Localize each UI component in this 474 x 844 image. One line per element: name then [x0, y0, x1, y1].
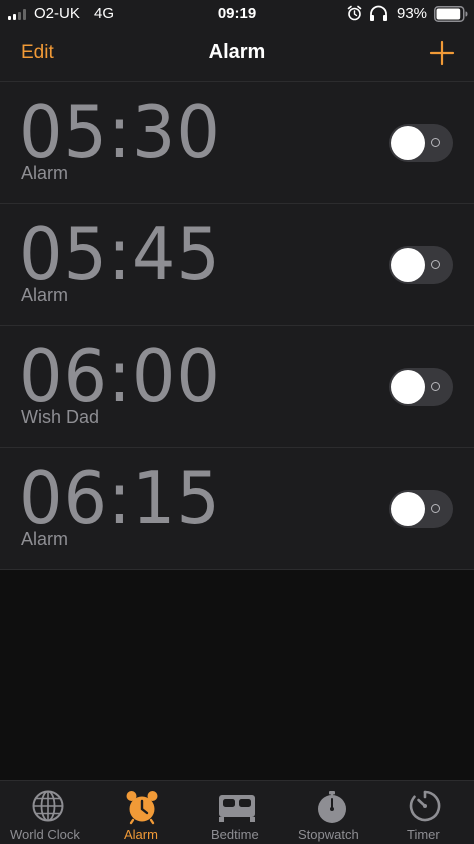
- tab-label: World Clock: [10, 827, 80, 842]
- tab-world-clock[interactable]: World Clock: [0, 781, 95, 844]
- alarm-clock-icon: [126, 791, 158, 825]
- battery-icon: [434, 6, 468, 22]
- toggle-off-indicator-icon: [431, 138, 440, 147]
- tab-bedtime[interactable]: Bedtime: [190, 781, 285, 844]
- tab-label: Stopwatch: [298, 827, 359, 842]
- alarm-toggle-switch[interactable]: [389, 368, 453, 406]
- toggle-knob: [391, 248, 425, 282]
- alarm-time: 06:15: [19, 456, 221, 540]
- alarm-label: Alarm: [21, 529, 69, 549]
- bed-icon: [219, 795, 255, 822]
- plus-icon: [429, 40, 455, 66]
- tab-bar: World Clock Alarm Bedtime Stopwatch Time…: [0, 780, 474, 844]
- tab-stopwatch[interactable]: Stopwatch: [285, 781, 380, 844]
- alarm-row[interactable]: 06:15 Alarm: [0, 448, 474, 570]
- page-title: Alarm: [208, 41, 266, 63]
- alarm-list: 05:30 Alarm 05:45 Alarm 06:00 Wish Dad 0…: [0, 82, 474, 570]
- add-alarm-button[interactable]: [428, 39, 456, 67]
- toggle-knob: [391, 492, 425, 526]
- toggle-off-indicator-icon: [431, 504, 440, 513]
- tab-label: Alarm: [124, 827, 158, 842]
- tab-alarm[interactable]: Alarm: [95, 781, 190, 844]
- alarm-toggle-switch[interactable]: [389, 490, 453, 528]
- alarm-time: 05:30: [19, 90, 221, 174]
- alarm-toggle-switch[interactable]: [389, 246, 453, 284]
- alarm-row[interactable]: 05:45 Alarm: [0, 204, 474, 326]
- alarm-label: Alarm: [21, 285, 69, 305]
- status-bar: O2-UK 4G 09:19 93%: [0, 0, 474, 28]
- alarm-label: Alarm: [21, 163, 69, 183]
- alarm-label: Wish Dad: [21, 407, 100, 427]
- alarm-time: 05:45: [19, 212, 221, 296]
- alarm-toggle-switch[interactable]: [389, 124, 453, 162]
- battery-percentage: 93%: [397, 5, 428, 22]
- tab-label: Timer: [407, 827, 440, 842]
- stopwatch-icon: [318, 791, 346, 823]
- toggle-off-indicator-icon: [431, 382, 440, 391]
- tab-timer[interactable]: Timer: [380, 781, 474, 844]
- alarm-row[interactable]: 06:00 Wish Dad: [0, 326, 474, 448]
- toggle-knob: [391, 370, 425, 404]
- toggle-off-indicator-icon: [431, 260, 440, 269]
- globe-icon: [32, 790, 64, 822]
- clock-app-screen: O2-UK 4G 09:19 93% Edit Alarm 05:30 Alar…: [0, 0, 474, 844]
- toggle-knob: [391, 126, 425, 160]
- alarm-time: 06:00: [19, 334, 221, 418]
- headphones-icon: [370, 5, 387, 21]
- alarm-row[interactable]: 05:30 Alarm: [0, 82, 474, 204]
- alarm-status-icon: [347, 5, 362, 21]
- tab-label: Bedtime: [211, 827, 259, 842]
- navigation-bar: Edit Alarm: [0, 28, 474, 82]
- timer-icon: [409, 790, 441, 822]
